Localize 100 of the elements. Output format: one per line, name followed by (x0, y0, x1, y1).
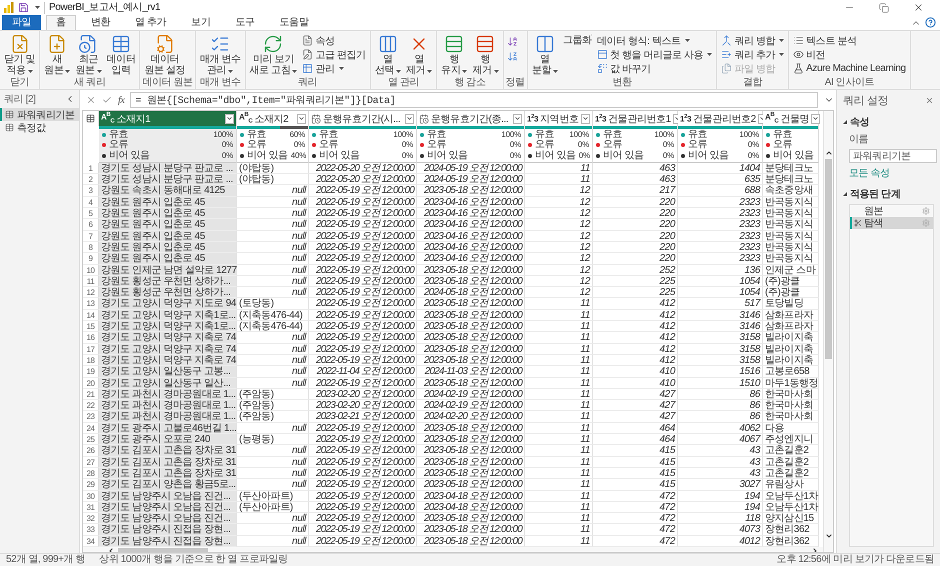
ribbon-tab[interactable]: 도구 (225, 15, 265, 30)
table-cell: 2022-05-19 오전 12:00:00 (309, 468, 417, 480)
ribbon-button[interactable]: 행 유지 (439, 33, 470, 77)
header-row-icon (596, 49, 608, 60)
ribbon-button[interactable]: 데이터 형식: 텍스트 (594, 34, 714, 47)
restore-icon[interactable] (879, 2, 889, 12)
ribbon-button[interactable]: 최근 원본 (73, 33, 104, 77)
table-cell: 2023-05-18 오전 12:00:00 (417, 422, 525, 434)
table-cell: 반곡동지식 (763, 208, 819, 220)
column-filter-button[interactable] (225, 114, 234, 124)
table-cell: 2022-05-19 오전 12:00:00 (309, 332, 417, 344)
name-field[interactable]: 파워쿼리기본 (849, 149, 937, 163)
applied-step[interactable]: 원본 (850, 205, 933, 217)
table-cell: 경기도 남양주시 오남읍 진건... (99, 513, 237, 524)
ribbon-tab[interactable]: 열 추가 (125, 15, 176, 30)
ribbon-button[interactable]: 그룹화 (560, 33, 594, 48)
column-header[interactable]: A$^{B}$$_{C}$ 소재지1 (99, 111, 237, 126)
table-cell: 11 (525, 344, 593, 355)
column-header[interactable]: 운행유효기간(시... (309, 111, 417, 126)
ribbon-button[interactable]: 열 제거 (404, 33, 434, 77)
ribbon-button[interactable]: 열 선택 (372, 33, 403, 77)
column-header[interactable]: A$^{B}$$_{C}$ 소재지2 (237, 111, 309, 126)
ribbon-button[interactable]: 쿼리 추가 (719, 48, 786, 61)
applied-step[interactable]: 탐색 (850, 217, 933, 229)
column-header[interactable]: 1$^{2}$3 건물관리번호2 (678, 111, 763, 126)
ribbon-button[interactable]: 첫 행을 머리글로 사용 (594, 48, 714, 61)
table-cell: 2022-05-19 오전 12:00:00 (309, 230, 417, 242)
ribbon-button[interactable]: 고급 편집기 (300, 48, 368, 61)
save-icon[interactable] (18, 2, 29, 13)
chevron-up-icon[interactable] (824, 149, 832, 157)
null-cell: null (237, 208, 309, 220)
ribbon-tab[interactable]: 보기 (181, 15, 220, 30)
column-header[interactable]: A$^{B}$$_{C}$ 건물명 (763, 111, 819, 126)
ribbon-button[interactable]: 관리 (300, 62, 368, 75)
table-cell: 경기도 성남시 분당구 판교로 ... (99, 174, 237, 186)
query-item[interactable]: 측정값 (0, 121, 79, 134)
ribbon-button[interactable]: 데이터 입력 (104, 33, 138, 77)
help-icon[interactable] (925, 17, 936, 28)
column-header[interactable]: 1$^{2}$3 건물관리번호1 (593, 111, 678, 126)
column-header[interactable]: 1$^{2}$3 지역번호 (525, 111, 593, 126)
table-cell: 11 (525, 524, 593, 536)
cancel-icon[interactable] (86, 95, 96, 105)
ribbon-button[interactable]: 비전 (791, 48, 908, 61)
ribbon-tab[interactable]: 변환 (80, 15, 120, 30)
stat-value: 0% (662, 140, 674, 150)
table-icon (5, 110, 14, 119)
null-cell: null (237, 354, 309, 366)
ribbon-tab[interactable]: 홈 (46, 15, 76, 30)
stat-label: 유효 (427, 130, 448, 140)
column-filter-button[interactable] (297, 114, 306, 124)
table-cell: 2023-05-18 오전 12:00:00 (417, 445, 525, 457)
all-properties-link[interactable]: 모든 속성 (843, 166, 934, 180)
column-filter-button[interactable] (581, 114, 590, 124)
table-cell: 강원도 속초시 동해대로 4125 (99, 185, 237, 197)
section-title: 적용된 단계 (850, 188, 900, 201)
close-icon[interactable] (913, 2, 924, 13)
column-filter-button[interactable] (405, 114, 414, 124)
table-cell: 강원도 횡성군 우천면 상하가... (99, 276, 237, 288)
column-name: 건물관리번호2 (693, 112, 756, 126)
table-cell: 2022-05-19 오전 12:00:00 (309, 445, 417, 457)
formula-field[interactable]: = 원본{[Schema="dbo",Item="파워쿼리기본"]}[Data] (130, 92, 818, 108)
table-cell: 2023-05-18 오전 12:00:00 (417, 524, 525, 536)
table-cell: (야탑동) (237, 162, 309, 174)
ribbon-button[interactable]: Azure Machine Learning (791, 62, 908, 75)
ribbon-button[interactable]: 새 원본 (42, 33, 72, 77)
stat-label: 비어 있음 (603, 150, 645, 161)
table-cell: 11 (525, 298, 593, 310)
ribbon-button[interactable]: 행 제거 (470, 33, 501, 77)
column-header[interactable]: 운행유효기간(종... (417, 111, 525, 126)
column-filter-button[interactable] (513, 114, 522, 124)
stat-value: 0% (222, 150, 233, 161)
column-filter-button[interactable] (811, 114, 820, 124)
table-cell: 427 (593, 388, 678, 400)
vertical-scrollbar[interactable] (823, 111, 833, 552)
step-label: 탐색 (864, 217, 884, 230)
ribbon-button[interactable]: 텍스트 분석 (791, 34, 908, 47)
group-label: 정렬 (506, 77, 525, 89)
ribbon-button[interactable]: 데이터 원본 설정 (142, 33, 188, 77)
close-icon[interactable] (925, 96, 934, 105)
table-cell: 2023-04-16 오전 12:00:00 (417, 242, 525, 254)
ribbon-button[interactable]: 값 바꾸기 (594, 62, 714, 75)
fx-label[interactable]: fx (118, 94, 124, 106)
ribbon-tab[interactable]: 도움말 (270, 15, 318, 30)
table-cell: 1054 (678, 287, 763, 298)
file-menu-button[interactable]: 파일 (2, 15, 42, 30)
table-icon (5, 123, 14, 132)
check-icon[interactable] (102, 95, 112, 105)
query-item[interactable]: 파워쿼리기본 (0, 108, 79, 121)
ribbon-button[interactable]: 속성 (300, 34, 368, 47)
chevron-down-icon[interactable] (824, 532, 832, 540)
ribbon-button[interactable]: 미리 보기 새로 고침 (248, 33, 300, 77)
ribbon-button[interactable]: 쿼리 병합 (719, 34, 786, 47)
ribbon-button[interactable]: 닫기 및 적용 (2, 33, 38, 77)
sort-descending-icon (507, 50, 518, 62)
table-cell: (토당동) (237, 298, 309, 310)
table-cell: 136 (678, 264, 763, 276)
table-icon[interactable] (86, 114, 95, 123)
ribbon-button[interactable]: 매개 변수 관리 (198, 33, 243, 77)
ribbon-button[interactable]: 열 분할 (530, 33, 560, 77)
scrollbar-thumb[interactable] (825, 159, 832, 359)
